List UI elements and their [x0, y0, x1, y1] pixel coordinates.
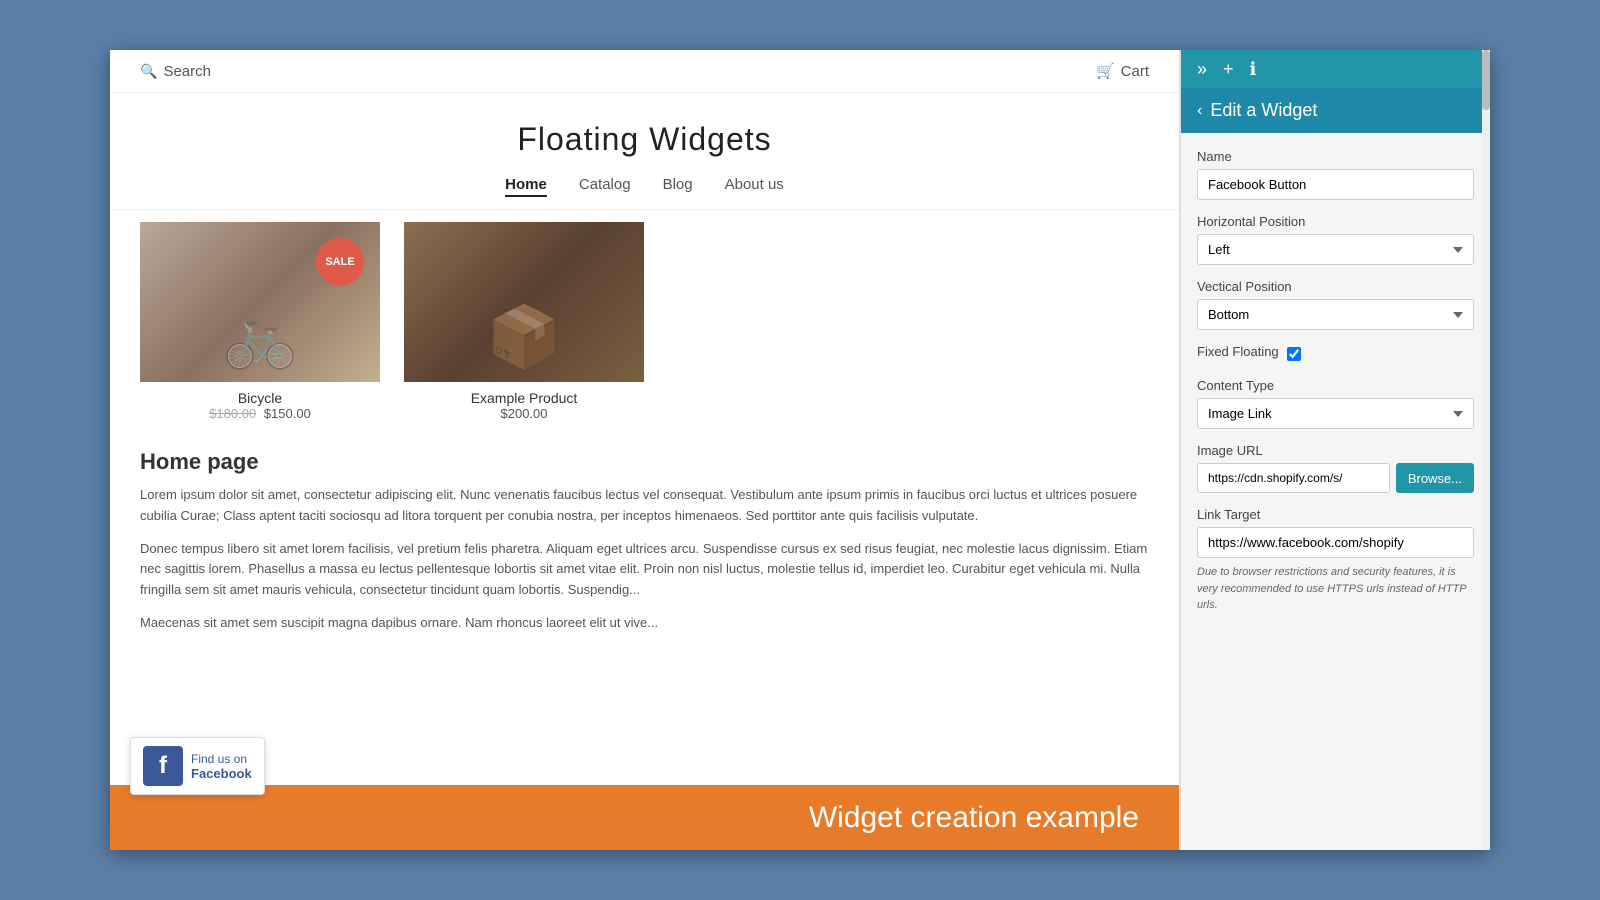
link-target-label: Link Target [1197, 507, 1474, 522]
editor-panel: » + ℹ ‹ Edit a Widget Name Horizontal Po… [1180, 50, 1490, 850]
horizontal-position-select[interactable]: Left Center Right [1197, 234, 1474, 265]
field-content-type: Content Type Image Link HTML Text [1197, 378, 1474, 429]
content-type-select[interactable]: Image Link HTML Text [1197, 398, 1474, 429]
product-card-example[interactable]: Example Product $200.00 [404, 222, 644, 421]
facebook-line2: Facebook [191, 766, 252, 781]
fixed-floating-label: Fixed Floating [1197, 344, 1279, 359]
product-image-bicycle: SALE [140, 222, 380, 382]
nav-item-about[interactable]: About us [725, 176, 784, 197]
image-url-label: Image URL [1197, 443, 1474, 458]
orange-banner: Widget creation example [110, 785, 1179, 850]
store-title: Floating Widgets [110, 93, 1179, 166]
home-section-title: Home page [140, 449, 1149, 475]
facebook-floating-widget[interactable]: f Find us on Facebook [130, 737, 265, 795]
vertical-position-label: Vectical Position [1197, 279, 1474, 294]
helper-text: Due to browser restrictions and security… [1197, 564, 1474, 614]
banner-text: Widget creation example [809, 801, 1139, 835]
search-label: Search [163, 63, 211, 80]
cart-label: Cart [1121, 63, 1149, 80]
fixed-floating-row: Fixed Floating [1197, 344, 1474, 364]
field-fixed-floating: Fixed Floating [1197, 344, 1474, 364]
field-link-target: Link Target Due to browser restrictions … [1197, 507, 1474, 614]
chevron-button[interactable]: » [1197, 60, 1207, 78]
name-label: Name [1197, 149, 1474, 164]
field-image-url: Image URL Browse... [1197, 443, 1474, 493]
scrollbar-track [1482, 50, 1490, 850]
search-icon: 🔍 [140, 63, 157, 80]
nav-item-catalog[interactable]: Catalog [579, 176, 631, 197]
product-price-bicycle: $180.00 $150.00 [209, 406, 311, 421]
product-name-example: Example Product [471, 390, 578, 406]
panel-toolbar: » + ℹ [1181, 50, 1490, 88]
product-image-example [404, 222, 644, 382]
store-nav: Home Catalog Blog About us [110, 166, 1179, 210]
facebook-icon: f [143, 746, 183, 786]
facebook-line1: Find us on [191, 752, 252, 766]
product-price-value: $200.00 [501, 406, 548, 421]
product-new-price: $150.00 [264, 406, 311, 421]
panel-body: Name Horizontal Position Left Center Rig… [1181, 133, 1490, 850]
facebook-text: Find us on Facebook [191, 752, 252, 781]
field-horizontal-position: Horizontal Position Left Center Right [1197, 214, 1474, 265]
store-header: 🔍 Search 🛒 Cart [110, 50, 1179, 93]
fixed-floating-checkbox[interactable] [1287, 347, 1301, 361]
search-bar[interactable]: 🔍 Search [140, 63, 211, 80]
content-type-label: Content Type [1197, 378, 1474, 393]
image-url-row: Browse... [1197, 463, 1474, 493]
home-section: Home page Lorem ipsum dolor sit amet, co… [110, 437, 1179, 634]
nav-item-home[interactable]: Home [505, 176, 547, 197]
product-card-bicycle[interactable]: SALE Bicycle $180.00 $150.00 [140, 222, 380, 421]
name-input[interactable] [1197, 169, 1474, 200]
cart-button[interactable]: 🛒 Cart [1096, 62, 1149, 80]
link-target-input[interactable] [1197, 527, 1474, 558]
browse-button[interactable]: Browse... [1396, 463, 1474, 493]
field-name: Name [1197, 149, 1474, 200]
scrollbar-thumb[interactable] [1482, 50, 1490, 110]
product-name-bicycle: Bicycle [238, 390, 282, 406]
field-vertical-position: Vectical Position Top Middle Bottom [1197, 279, 1474, 330]
vertical-position-select[interactable]: Top Middle Bottom [1197, 299, 1474, 330]
horizontal-position-label: Horizontal Position [1197, 214, 1474, 229]
panel-header: ‹ Edit a Widget [1181, 88, 1490, 133]
sale-badge: SALE [316, 238, 364, 286]
storefront: 🔍 Search 🛒 Cart Floating Widgets Home Ca… [110, 50, 1180, 850]
image-url-input[interactable] [1197, 463, 1390, 493]
add-button[interactable]: + [1223, 60, 1234, 78]
product-old-price: $180.00 [209, 406, 256, 421]
nav-item-blog[interactable]: Blog [663, 176, 693, 197]
body-text-3: Maecenas sit amet sem suscipit magna dap… [140, 613, 1149, 634]
back-button[interactable]: ‹ [1197, 102, 1202, 120]
body-text-2: Donec tempus libero sit amet lorem facil… [140, 539, 1149, 601]
cart-icon: 🛒 [1096, 62, 1115, 80]
info-button[interactable]: ℹ [1250, 60, 1257, 78]
body-text-1: Lorem ipsum dolor sit amet, consectetur … [140, 485, 1149, 527]
products-row: SALE Bicycle $180.00 $150.00 Example Pro… [110, 222, 1179, 437]
panel-title: Edit a Widget [1210, 100, 1317, 121]
product-price-example: $200.00 [501, 406, 548, 421]
